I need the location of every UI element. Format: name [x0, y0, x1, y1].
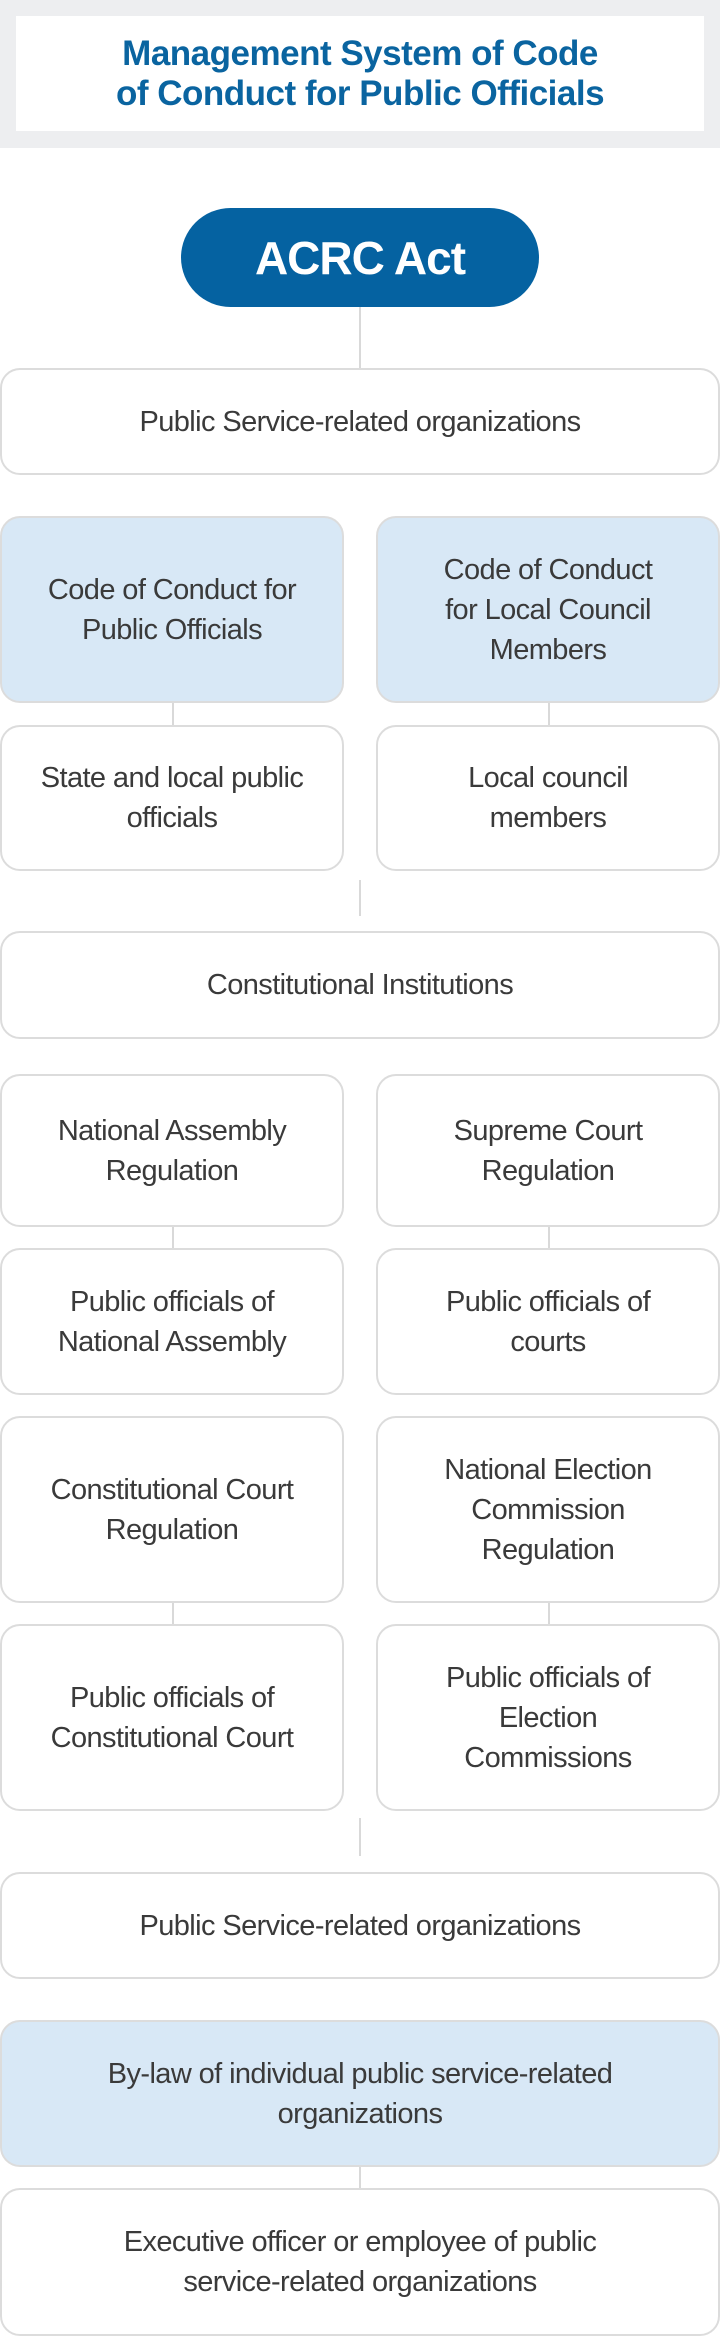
- constitutional-court-regulation-node: Constitutional Court Regulation: [0, 1416, 344, 1603]
- constitutional-institutions-node: Constitutional Institutions: [0, 931, 720, 1039]
- connector: [172, 703, 174, 725]
- page-title: Management System of Code of Conduct for…: [115, 33, 605, 113]
- header-card: Management System of Code of Conduct for…: [16, 16, 704, 131]
- acrc-act-node: ACRC Act: [181, 208, 539, 307]
- connector: [359, 880, 361, 916]
- code-local-council-node: Code of Conduct for Local Council Member…: [376, 516, 720, 703]
- connector: [359, 2167, 361, 2188]
- psro-top-node: Public Service-related organizations: [0, 368, 720, 475]
- header-bar: Management System of Code of Conduct for…: [0, 0, 720, 148]
- officials-courts-node: Public officials of courts: [376, 1248, 720, 1395]
- local-council-members-node: Local council members: [376, 725, 720, 871]
- psro-bottom-node: Public Service-related organizations: [0, 1872, 720, 1979]
- connector: [548, 1603, 550, 1624]
- connector: [359, 1818, 361, 1856]
- officials-election-commissions-node: Public officials of Election Commissions: [376, 1624, 720, 1811]
- national-assembly-regulation-node: National Assembly Regulation: [0, 1074, 344, 1227]
- connector: [172, 1227, 174, 1248]
- supreme-court-regulation-node: Supreme Court Regulation: [376, 1074, 720, 1227]
- bylaw-node: By-law of individual public service-rela…: [0, 2020, 720, 2167]
- officials-national-assembly-node: Public officials of National Assembly: [0, 1248, 344, 1395]
- executive-officer-node: Executive officer or employee of public …: [0, 2188, 720, 2336]
- officials-constitutional-court-node: Public officials of Constitutional Court: [0, 1624, 344, 1811]
- connector: [548, 703, 550, 725]
- code-public-officials-node: Code of Conduct for Public Officials: [0, 516, 344, 703]
- connector: [548, 1227, 550, 1248]
- connector: [172, 1603, 174, 1624]
- nec-regulation-node: National Election Commission Regulation: [376, 1416, 720, 1603]
- state-local-officials-node: State and local public officials: [0, 725, 344, 871]
- connector: [359, 307, 361, 368]
